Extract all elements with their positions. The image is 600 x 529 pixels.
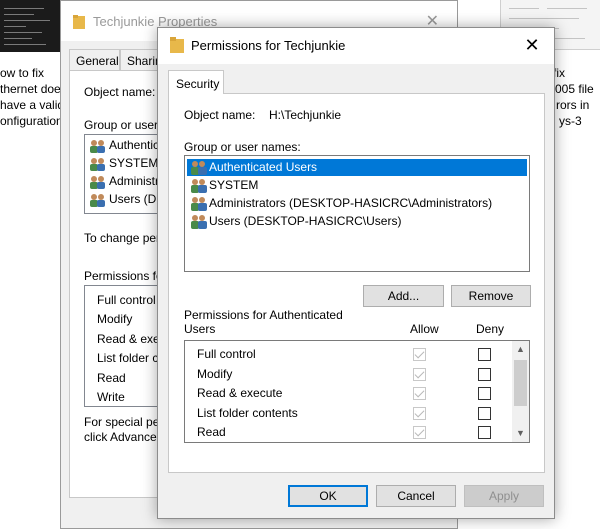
group-item-authenticated-users[interactable]: Authenticated Users: [187, 159, 527, 176]
folder-icon: [170, 37, 184, 56]
dialog-titlebar: Permissions for Techjunkie ✕: [158, 28, 554, 64]
tab-general[interactable]: General: [69, 49, 120, 71]
group-label: Group or user names:: [184, 140, 301, 154]
permissions-dialog: Permissions for Techjunkie ✕ Security Ob…: [157, 27, 555, 519]
permissions-scrollbar[interactable]: ▲ ▼: [512, 341, 529, 442]
special-permissions-text: For special per: [84, 415, 164, 429]
permission-name: Read: [97, 371, 126, 385]
deny-checkbox[interactable]: [478, 406, 491, 420]
allow-checkbox: [413, 426, 426, 440]
permission-row: Modify: [185, 365, 511, 385]
dialog-title: Permissions for Techjunkie: [191, 38, 346, 53]
security-panel: Object name: H:\Techjunkie Group or user…: [168, 93, 545, 473]
chevron-up-icon[interactable]: ▲: [512, 341, 529, 358]
users-icon: [191, 197, 207, 211]
tab-security[interactable]: Security: [168, 70, 224, 94]
change-permissions-text: To change per: [84, 231, 161, 245]
group-item-users[interactable]: Users (DESKTOP-HASICRC\Users): [187, 213, 527, 230]
users-icon: [90, 139, 105, 153]
list-item[interactable]: SYSTEM: [89, 156, 158, 171]
users-icon: [90, 175, 105, 189]
group-item-administrators[interactable]: Administrators (DESKTOP-HASICRC\Administ…: [187, 195, 527, 212]
users-icon: [90, 193, 105, 207]
desktop-text-line: have a valid: [0, 98, 65, 112]
permission-name: Modify: [97, 312, 133, 326]
apply-button[interactable]: Apply: [464, 485, 544, 507]
desktop-text-line: ys-3: [559, 114, 582, 128]
permissions-for-label: Users: [184, 322, 216, 336]
permission-row: Read: [185, 423, 511, 442]
permission-row: Read & execute: [185, 384, 511, 404]
deny-checkbox[interactable]: [478, 426, 491, 440]
group-item-label: SYSTEM: [209, 178, 259, 192]
permission-name: Read: [197, 425, 226, 440]
object-name-value: H:\Techjunkie: [269, 108, 342, 122]
scrollbar-thumb[interactable]: [514, 360, 527, 406]
users-icon: [191, 215, 207, 229]
permission-name: Full control: [97, 293, 156, 307]
users-icon: [191, 161, 207, 175]
permissions-for-label: Permissions for Authenticated: [184, 308, 343, 322]
group-label: Group or user n: [84, 118, 169, 132]
desktop-text-line: onfiguration: [0, 114, 63, 128]
permission-name: Write: [97, 390, 125, 404]
desktop-text-line: 005 file: [555, 82, 594, 96]
deny-checkbox[interactable]: [478, 348, 491, 361]
remove-button[interactable]: Remove: [451, 285, 531, 307]
permission-name: List folder contents: [197, 405, 298, 420]
permissions-list: Full control Modify Read & execute List …: [184, 340, 530, 443]
desktop-text-line: thernet doe: [0, 82, 61, 96]
permissions-label: Permissions for: [84, 269, 167, 283]
users-icon: [90, 157, 105, 171]
ok-button[interactable]: OK: [288, 485, 368, 507]
properties-panel: Object name: Group or user n Authenticat…: [69, 70, 174, 498]
group-list[interactable]: Authenticated Users SYSTEM Administrator…: [184, 155, 530, 272]
permission-name: Full control: [197, 347, 256, 361]
close-icon: ✕: [524, 35, 540, 55]
desktop-thumbnail-left: [0, 0, 64, 52]
desktop-text-line: ow to fix: [0, 66, 45, 80]
permission-name: List folder co: [97, 351, 166, 365]
allow-checkbox: [413, 367, 426, 381]
permission-row: List folder contents: [185, 404, 511, 424]
object-name-label: Object name:: [184, 108, 256, 122]
permission-row: Full control: [185, 345, 511, 365]
cancel-button[interactable]: Cancel: [376, 485, 456, 507]
deny-checkbox[interactable]: [478, 387, 491, 401]
list-item[interactable]: Users (DE: [89, 192, 164, 207]
close-button[interactable]: ✕: [516, 30, 548, 60]
group-item-label: Administrators (DESKTOP-HASICRC\Administ…: [209, 196, 493, 210]
allow-checkbox: [413, 348, 426, 361]
list-item-label: SYSTEM: [109, 156, 159, 170]
add-button[interactable]: Add...: [363, 285, 444, 307]
folder-icon: [73, 15, 85, 32]
group-item-label: Authenticated Users: [209, 160, 318, 174]
special-permissions-text: click Advanced: [84, 430, 164, 444]
permission-name: Read & execute: [197, 386, 283, 401]
group-item-label: Users (DESKTOP-HASICRC\Users): [209, 214, 402, 228]
deny-header: Deny: [476, 322, 505, 336]
permission-name: Modify: [197, 366, 233, 381]
object-name-label: Object name:: [84, 85, 156, 99]
allow-header: Allow: [410, 322, 439, 336]
permission-name: Read & exec: [97, 332, 166, 346]
allow-checkbox: [413, 387, 426, 401]
desktop-text-line: rors in: [556, 98, 590, 112]
allow-checkbox: [413, 406, 426, 420]
group-item-system[interactable]: SYSTEM: [187, 177, 527, 194]
deny-checkbox[interactable]: [478, 367, 491, 381]
chevron-down-icon[interactable]: ▼: [512, 425, 529, 442]
users-icon: [191, 179, 207, 193]
